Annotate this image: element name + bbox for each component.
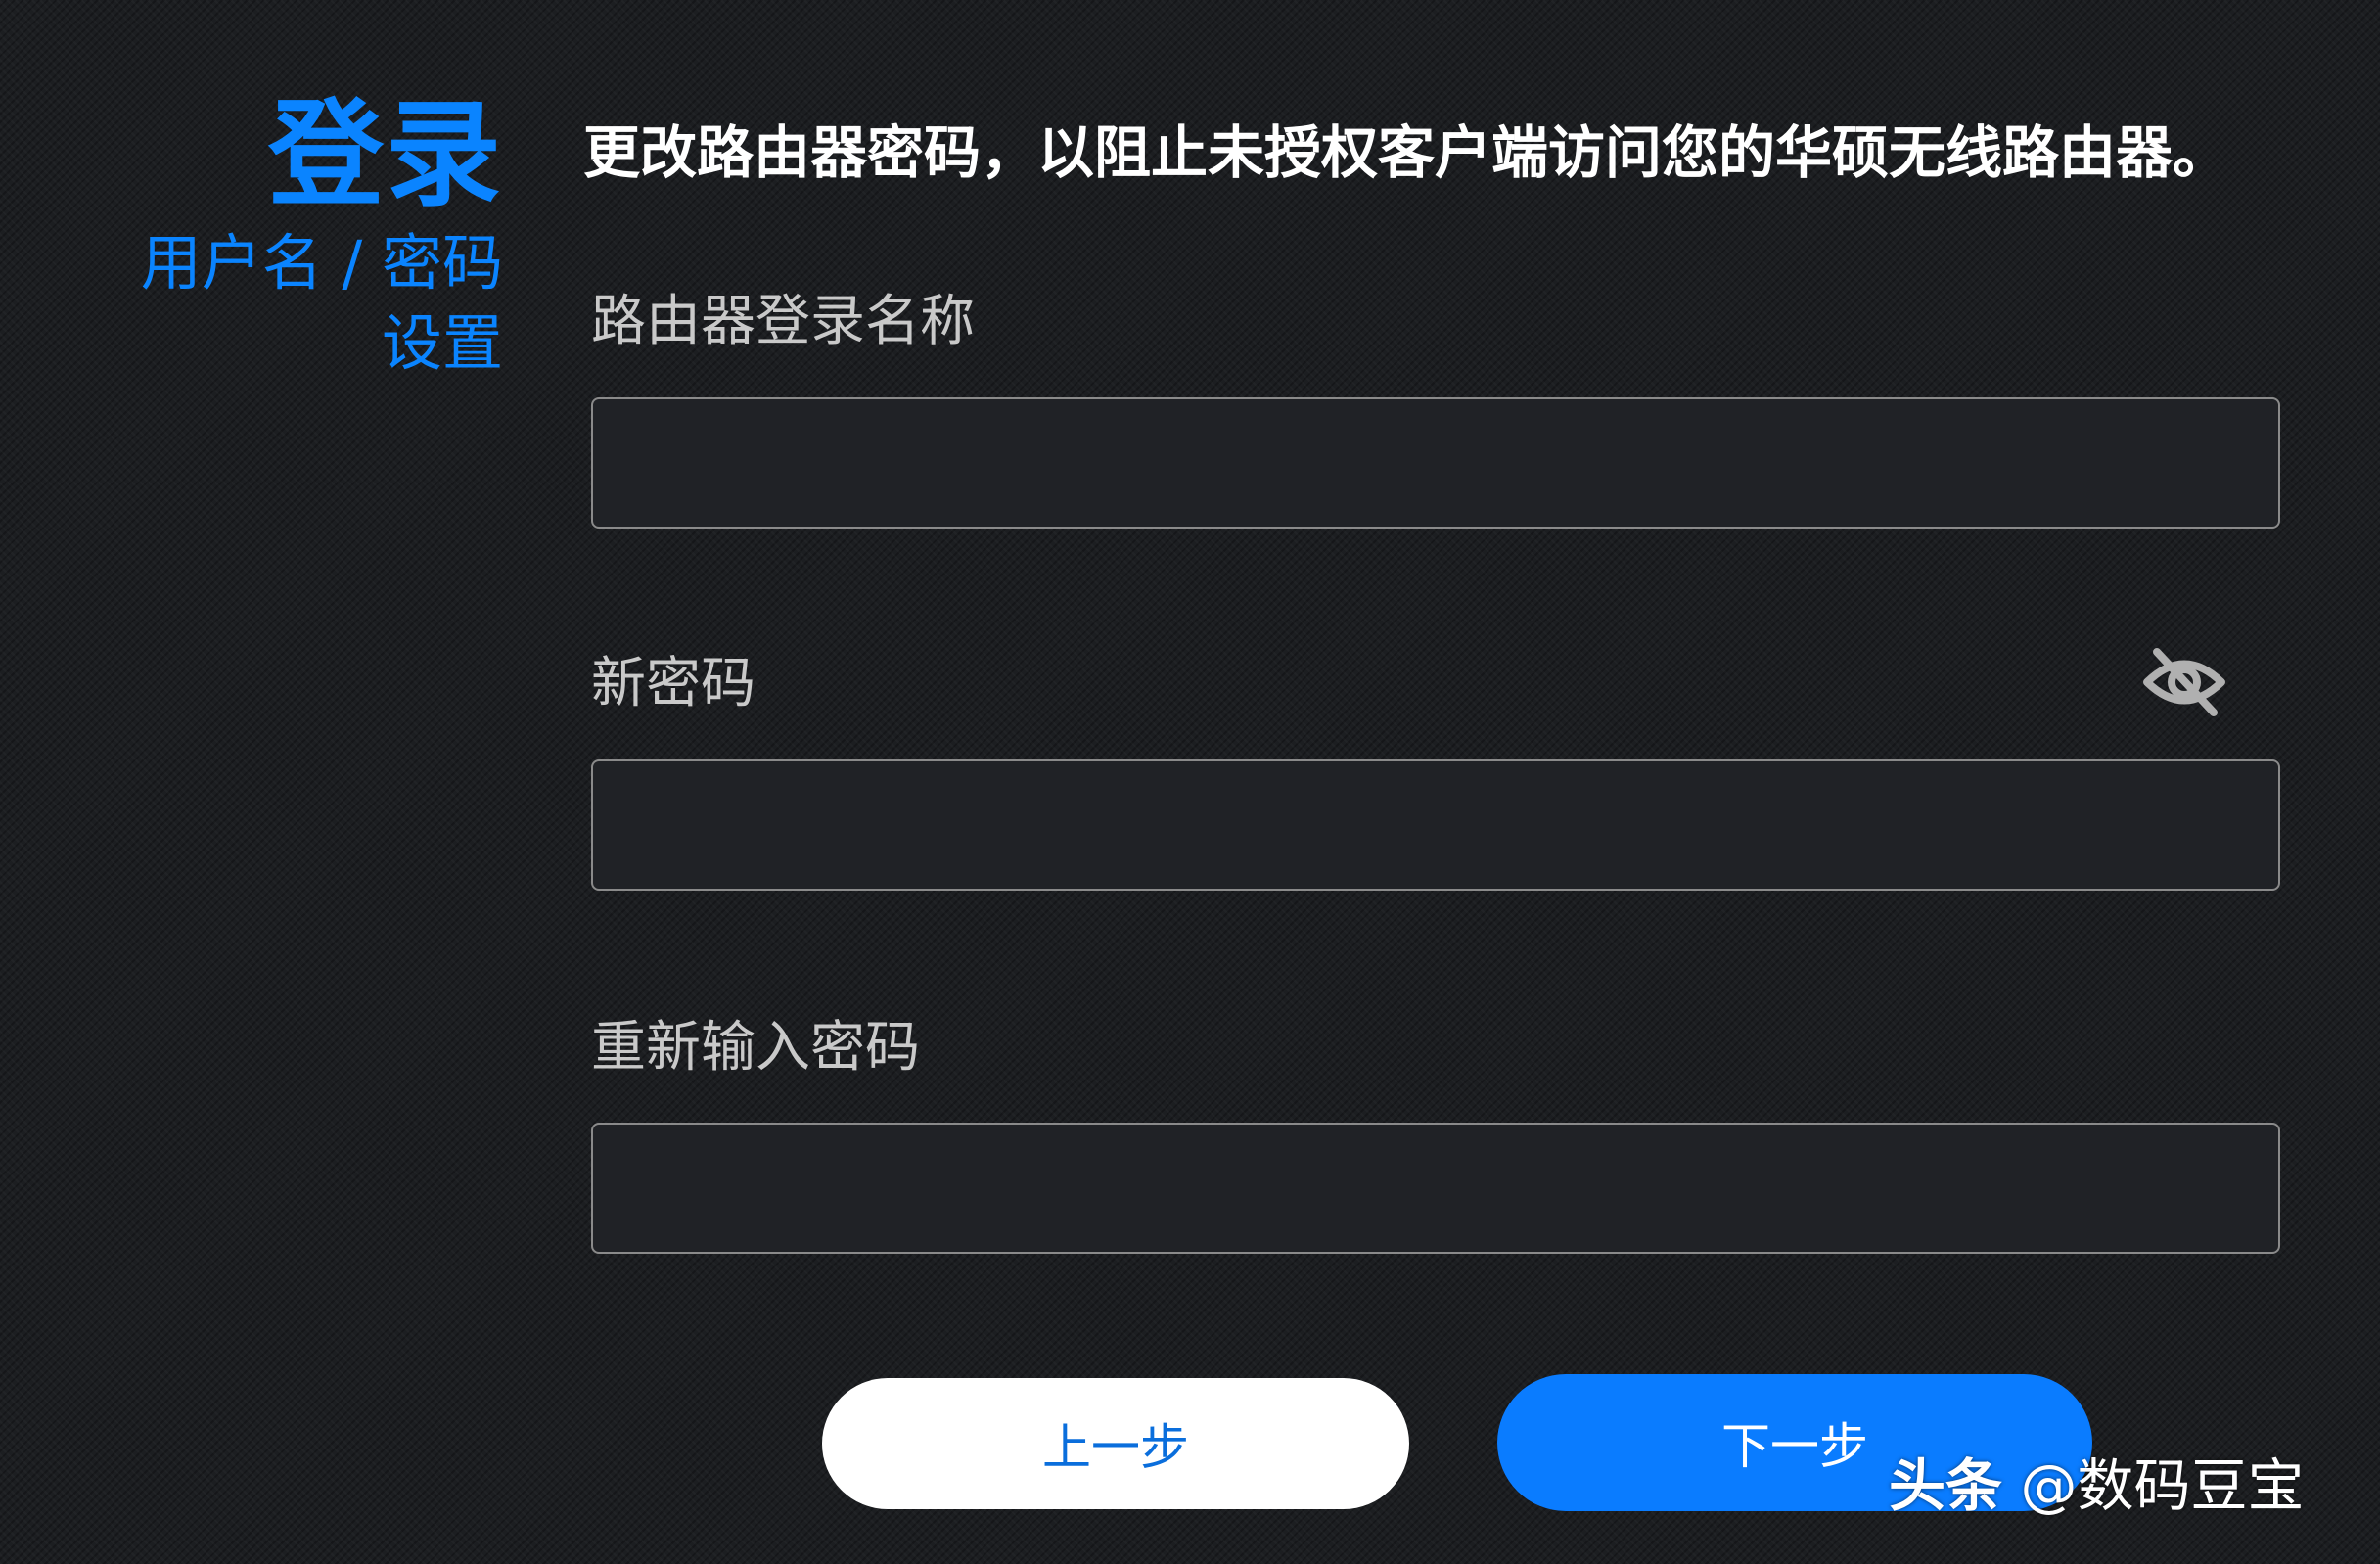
- step-sidebar: 登录 用户名 / 密码 设置: [141, 86, 503, 384]
- step-subtitle-line1: 用户名 / 密码: [140, 227, 503, 299]
- step-title: 登录: [267, 87, 503, 222]
- login-name-input[interactable]: [591, 397, 2280, 529]
- confirm-password-label: 重新输入密码: [591, 1016, 920, 1080]
- page-headline: 更改路由器密码，以阻止未授权客户端访问您的华硕无线路由器。: [583, 119, 2230, 186]
- login-name-label: 路由器登录名称: [591, 290, 975, 353]
- watermark-handle: @数码豆宝: [2020, 1452, 2305, 1519]
- new-password-input[interactable]: [591, 759, 2280, 891]
- watermark: 头条 @数码豆宝: [1889, 1447, 2304, 1525]
- new-password-label: 新密码: [591, 652, 755, 715]
- confirm-password-input[interactable]: [591, 1123, 2280, 1254]
- step-subtitle-line2: 设置: [381, 307, 503, 379]
- watermark-brand: 头条: [1889, 1452, 2003, 1519]
- eye-slash-icon[interactable]: [2143, 646, 2225, 718]
- prev-step-button[interactable]: 上一步: [822, 1378, 1409, 1509]
- prev-step-label: 上一步: [1042, 1419, 1189, 1476]
- next-step-label: 下一步: [1721, 1418, 1868, 1475]
